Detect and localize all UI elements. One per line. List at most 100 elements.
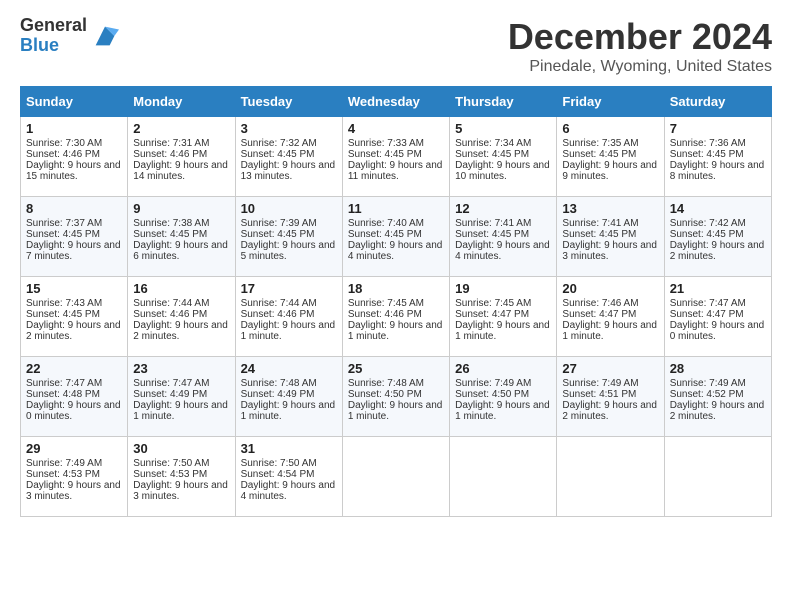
sunrise-label: Sunrise: 7:45 AM (455, 298, 531, 309)
daylight-label: Daylight: 9 hours and 10 minutes. (455, 160, 550, 182)
day-number: 9 (133, 201, 229, 216)
calendar-cell: 15Sunrise: 7:43 AMSunset: 4:45 PMDayligh… (21, 277, 128, 357)
day-number: 18 (348, 281, 444, 296)
daylight-label: Daylight: 9 hours and 2 minutes. (133, 320, 228, 342)
daylight-label: Daylight: 9 hours and 6 minutes. (133, 240, 228, 262)
day-number: 25 (348, 361, 444, 376)
day-number: 30 (133, 441, 229, 456)
day-number: 5 (455, 121, 551, 136)
daylight-label: Daylight: 9 hours and 1 minute. (455, 320, 550, 342)
calendar-cell: 27Sunrise: 7:49 AMSunset: 4:51 PMDayligh… (557, 357, 664, 437)
sunset-label: Sunset: 4:45 PM (455, 229, 529, 240)
daylight-label: Daylight: 9 hours and 9 minutes. (562, 160, 657, 182)
day-number: 6 (562, 121, 658, 136)
day-number: 20 (562, 281, 658, 296)
sunset-label: Sunset: 4:54 PM (241, 469, 315, 480)
day-number: 26 (455, 361, 551, 376)
header-wednesday: Wednesday (342, 87, 449, 117)
calendar-cell: 8Sunrise: 7:37 AMSunset: 4:45 PMDaylight… (21, 197, 128, 277)
sunrise-label: Sunrise: 7:39 AM (241, 218, 317, 229)
daylight-label: Daylight: 9 hours and 1 minute. (348, 400, 443, 422)
location-title: Pinedale, Wyoming, United States (508, 58, 772, 76)
day-number: 2 (133, 121, 229, 136)
sunrise-label: Sunrise: 7:47 AM (133, 378, 209, 389)
calendar-table: SundayMondayTuesdayWednesdayThursdayFrid… (20, 86, 772, 517)
sunset-label: Sunset: 4:53 PM (26, 469, 100, 480)
daylight-label: Daylight: 9 hours and 4 minutes. (455, 240, 550, 262)
calendar-cell: 4Sunrise: 7:33 AMSunset: 4:45 PMDaylight… (342, 117, 449, 197)
daylight-label: Daylight: 9 hours and 3 minutes. (133, 480, 228, 502)
week-row-1: 1Sunrise: 7:30 AMSunset: 4:46 PMDaylight… (21, 117, 772, 197)
sunrise-label: Sunrise: 7:36 AM (670, 138, 746, 149)
sunrise-label: Sunrise: 7:48 AM (241, 378, 317, 389)
week-row-2: 8Sunrise: 7:37 AMSunset: 4:45 PMDaylight… (21, 197, 772, 277)
daylight-label: Daylight: 9 hours and 1 minute. (455, 400, 550, 422)
week-row-3: 15Sunrise: 7:43 AMSunset: 4:45 PMDayligh… (21, 277, 772, 357)
day-number: 11 (348, 201, 444, 216)
sunrise-label: Sunrise: 7:49 AM (562, 378, 638, 389)
sunset-label: Sunset: 4:45 PM (241, 149, 315, 160)
header-thursday: Thursday (450, 87, 557, 117)
day-number: 23 (133, 361, 229, 376)
sunrise-label: Sunrise: 7:31 AM (133, 138, 209, 149)
sunset-label: Sunset: 4:45 PM (562, 229, 636, 240)
sunrise-label: Sunrise: 7:50 AM (241, 458, 317, 469)
calendar-cell: 30Sunrise: 7:50 AMSunset: 4:53 PMDayligh… (128, 437, 235, 517)
sunrise-label: Sunrise: 7:49 AM (26, 458, 102, 469)
calendar-header-row: SundayMondayTuesdayWednesdayThursdayFrid… (21, 87, 772, 117)
day-number: 1 (26, 121, 122, 136)
sunset-label: Sunset: 4:45 PM (670, 149, 744, 160)
day-number: 3 (241, 121, 337, 136)
day-number: 16 (133, 281, 229, 296)
sunrise-label: Sunrise: 7:41 AM (455, 218, 531, 229)
daylight-label: Daylight: 9 hours and 1 minute. (348, 320, 443, 342)
daylight-label: Daylight: 9 hours and 5 minutes. (241, 240, 336, 262)
daylight-label: Daylight: 9 hours and 2 minutes. (670, 400, 765, 422)
calendar-cell: 21Sunrise: 7:47 AMSunset: 4:47 PMDayligh… (664, 277, 771, 357)
week-row-5: 29Sunrise: 7:49 AMSunset: 4:53 PMDayligh… (21, 437, 772, 517)
sunrise-label: Sunrise: 7:38 AM (133, 218, 209, 229)
day-number: 31 (241, 441, 337, 456)
daylight-label: Daylight: 9 hours and 1 minute. (133, 400, 228, 422)
calendar-cell: 18Sunrise: 7:45 AMSunset: 4:46 PMDayligh… (342, 277, 449, 357)
day-number: 12 (455, 201, 551, 216)
sunset-label: Sunset: 4:45 PM (26, 229, 100, 240)
calendar-cell (342, 437, 449, 517)
calendar-cell: 17Sunrise: 7:44 AMSunset: 4:46 PMDayligh… (235, 277, 342, 357)
calendar-cell: 26 Sunrise: 7:49 AMSunset: 4:50 PMDayligh… (450, 357, 557, 437)
sunset-label: Sunset: 4:46 PM (348, 309, 422, 320)
calendar-cell: 6Sunrise: 7:35 AMSunset: 4:45 PMDaylight… (557, 117, 664, 197)
sunset-label: Sunset: 4:46 PM (26, 149, 100, 160)
logo-blue: Blue (20, 36, 87, 56)
logo-general: General (20, 16, 87, 36)
sunset-label: Sunset: 4:45 PM (670, 229, 744, 240)
sunset-label: Sunset: 4:49 PM (241, 389, 315, 400)
sunset-label: Sunset: 4:50 PM (348, 389, 422, 400)
title-area: December 2024 Pinedale, Wyoming, United … (508, 16, 772, 76)
sunset-label: Sunset: 4:48 PM (26, 389, 100, 400)
calendar-cell: 28Sunrise: 7:49 AMSunset: 4:52 PMDayligh… (664, 357, 771, 437)
calendar-cell (664, 437, 771, 517)
daylight-label: Daylight: 9 hours and 13 minutes. (241, 160, 336, 182)
calendar-cell: 1Sunrise: 7:30 AMSunset: 4:46 PMDaylight… (21, 117, 128, 197)
sunset-label: Sunset: 4:45 PM (348, 229, 422, 240)
sunrise-label: Sunrise: 7:42 AM (670, 218, 746, 229)
sunset-label: Sunset: 4:45 PM (562, 149, 636, 160)
calendar-cell: 24Sunrise: 7:48 AMSunset: 4:49 PMDayligh… (235, 357, 342, 437)
day-number: 27 (562, 361, 658, 376)
sunset-label: Sunset: 4:46 PM (133, 149, 207, 160)
sunrise-label: Sunrise: 7:49 AM (670, 378, 746, 389)
sunset-label: Sunset: 4:50 PM (455, 389, 529, 400)
calendar-cell: 13Sunrise: 7:41 AMSunset: 4:45 PMDayligh… (557, 197, 664, 277)
sunset-label: Sunset: 4:45 PM (455, 149, 529, 160)
calendar-cell: 10 Sunrise: 7:39 AMSunset: 4:45 PMDayligh… (235, 197, 342, 277)
sunrise-label: Sunrise: 7:49 AM (455, 378, 531, 389)
day-number: 10 (241, 201, 337, 216)
header: General Blue December 2024 Pinedale, Wyo… (20, 16, 772, 76)
calendar-cell: 7Sunrise: 7:36 AMSunset: 4:45 PMDaylight… (664, 117, 771, 197)
daylight-label: Daylight: 9 hours and 1 minute. (241, 400, 336, 422)
sunrise-label: Sunrise: 7:47 AM (670, 298, 746, 309)
sunset-label: Sunset: 4:46 PM (241, 309, 315, 320)
sunrise-label: Sunrise: 7:32 AM (241, 138, 317, 149)
sunset-label: Sunset: 4:45 PM (241, 229, 315, 240)
